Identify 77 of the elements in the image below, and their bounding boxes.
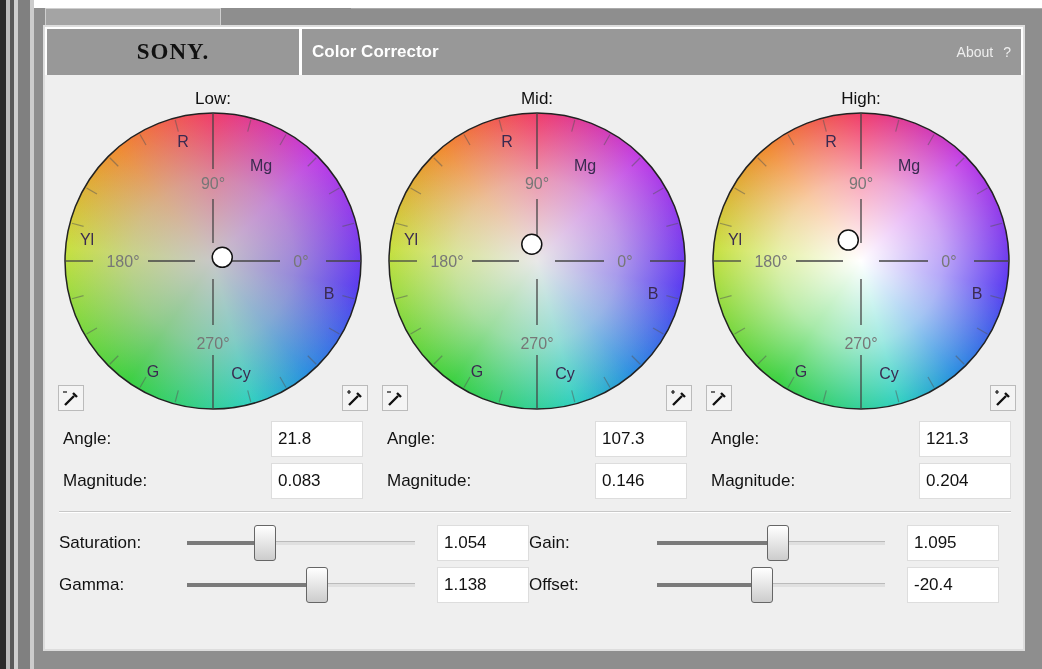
eyedropper-icon [670,389,688,407]
plugin-title: Color Corrector [312,42,440,62]
degree-label: 270° [196,335,230,353]
hue-label: Yl [79,231,95,249]
degree-label: 270° [844,335,878,353]
eyedropper-button[interactable] [990,385,1016,411]
slider-label: Gamma: [59,575,126,595]
wheel-handle[interactable] [837,229,860,251]
wheel-label: Low: [195,89,231,110]
magnitude-field[interactable]: 0.204 [919,463,1011,499]
degree-label: 90° [200,175,226,193]
slider-value-field[interactable]: -20.4 [907,567,999,603]
slider-thumb[interactable] [305,567,328,603]
angle-field[interactable]: 121.3 [919,421,1011,457]
degree-label: 90° [848,175,874,193]
degree-label: 180° [430,253,464,271]
angle-label: Angle: [711,429,760,449]
eyedropper-icon [710,389,728,407]
magnitude-field[interactable]: 0.083 [271,463,363,499]
hue-label: Mg [897,157,921,175]
hue-label: R [501,133,513,151]
eyedropper-icon [994,389,1012,407]
eyedropper-button[interactable] [58,385,84,411]
logo: SONY. [47,29,299,75]
hue-label: Yl [403,231,419,249]
degree-label: 180° [106,253,140,271]
hue-label: Cy [231,365,251,383]
magnitude-label: Magnitude: [711,471,796,491]
hue-label: Mg [249,157,273,175]
hue-label: B [971,285,983,303]
hue-label: Yl [727,231,743,249]
hue-label: G [470,363,484,381]
degree-label: 90° [524,175,550,193]
degree-label: 270° [520,335,554,353]
magnitude-label: Magnitude: [63,471,148,491]
color-wheel[interactable] [64,112,362,410]
wheel-label: High: [841,89,881,110]
wheel-label: Mid: [520,89,554,110]
slider-label: Offset: [529,575,580,595]
eyedropper-button[interactable] [666,385,692,411]
hue-label: Cy [555,365,575,383]
eyedropper-button[interactable] [706,385,732,411]
slider-value-field[interactable]: 1.054 [437,525,529,561]
hue-label: G [146,363,160,381]
degree-label: 180° [754,253,788,271]
color-wheel[interactable] [388,112,686,410]
slider-thumb[interactable] [750,567,773,603]
hue-label: Mg [573,157,597,175]
slider-thumb[interactable] [253,525,276,561]
degree-label: 0° [617,253,633,271]
slider-label: Saturation: [59,533,143,553]
eyedropper-button[interactable] [342,385,368,411]
angle-label: Angle: [387,429,436,449]
eyedropper-icon [346,389,364,407]
angle-field[interactable]: 21.8 [271,421,363,457]
wheel-handle[interactable] [521,233,543,255]
color-wheel[interactable] [712,112,1010,410]
magnitude-label: Magnitude: [387,471,472,491]
hue-label: G [794,363,808,381]
hue-label: B [323,285,335,303]
slider-value-field[interactable]: 1.095 [907,525,999,561]
eyedropper-icon [386,389,404,407]
degree-label: 0° [293,253,309,271]
degree-label: 0° [941,253,957,271]
eyedropper-icon [62,389,80,407]
magnitude-field[interactable]: 0.146 [595,463,687,499]
wheel-handle[interactable] [211,246,233,269]
hue-label: R [177,133,189,151]
eyedropper-button[interactable] [382,385,408,411]
slider-label: Gain: [529,533,571,553]
hue-label: R [825,133,837,151]
angle-label: Angle: [63,429,112,449]
slider-thumb[interactable] [766,525,789,561]
hue-label: Cy [879,365,899,383]
slider-value-field[interactable]: 1.138 [437,567,529,603]
hue-label: B [647,285,659,303]
angle-field[interactable]: 107.3 [595,421,687,457]
